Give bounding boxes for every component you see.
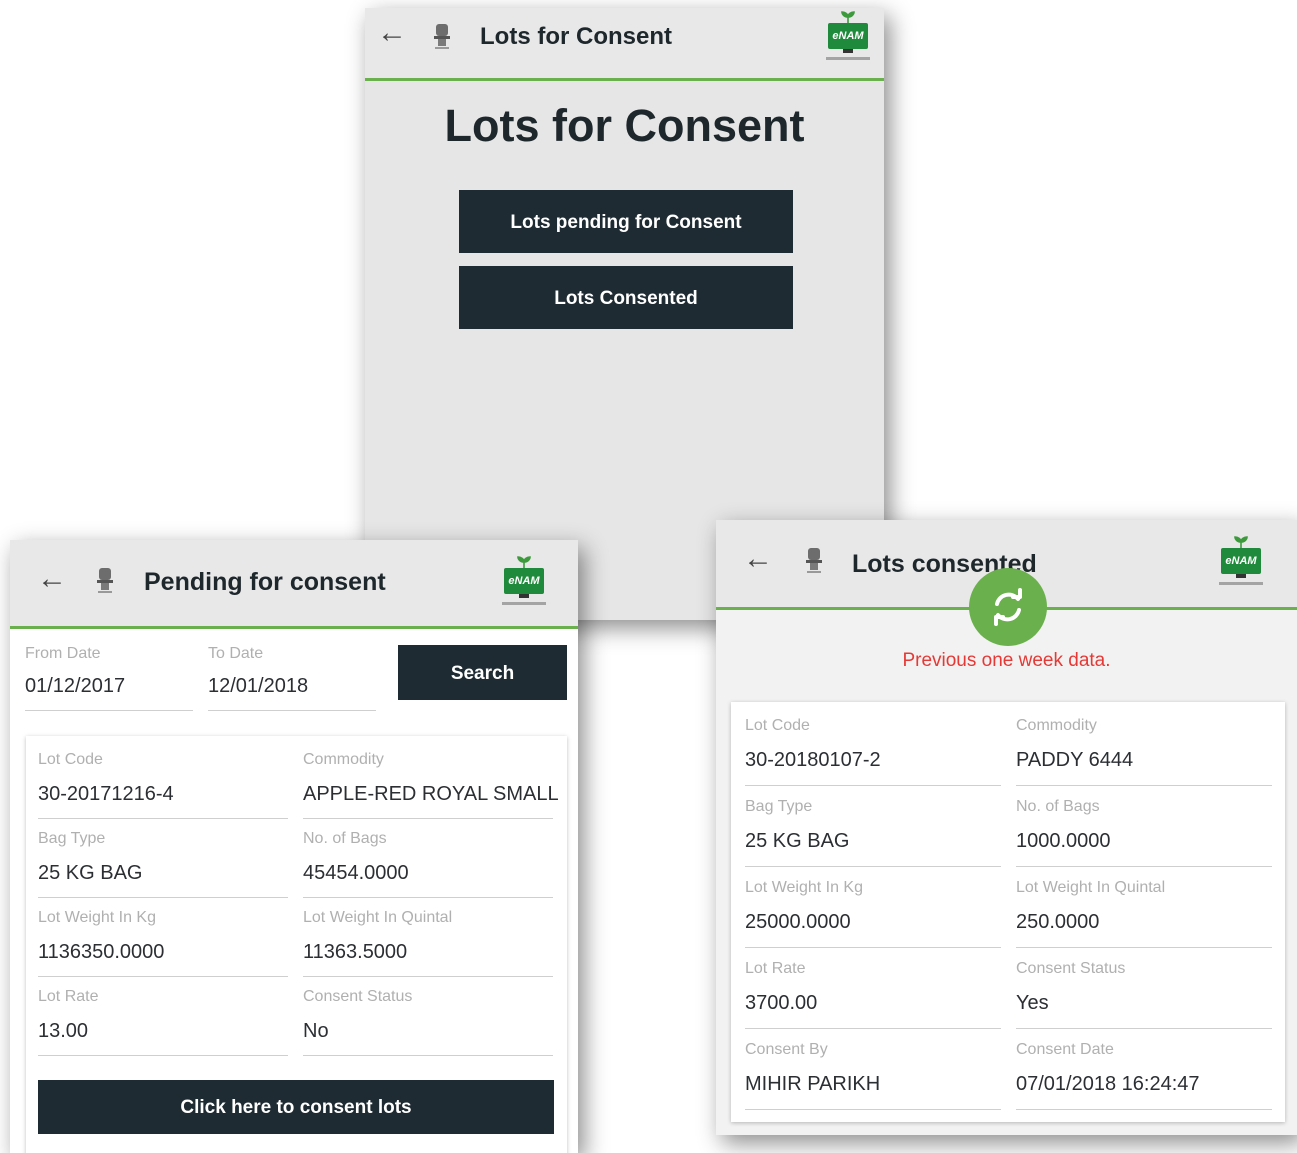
lot-weight-quintal-label: Lot Weight In Quintal xyxy=(1016,879,1166,896)
no-of-bags-value: 45454.0000 xyxy=(303,862,409,884)
bag-type-label: Bag Type xyxy=(38,830,106,847)
no-of-bags-value: 1000.0000 xyxy=(1016,830,1111,852)
state-emblem-icon xyxy=(806,548,822,573)
consent-status-label: Consent Status xyxy=(1016,960,1126,977)
logo-tagline xyxy=(1219,582,1263,585)
no-of-bags-label: No. of Bags xyxy=(303,830,387,847)
refresh-button[interactable] xyxy=(969,568,1047,646)
lot-code-label: Lot Code xyxy=(745,717,810,734)
commodity-label: Commodity xyxy=(1016,717,1097,734)
field-underline xyxy=(303,976,553,977)
state-emblem-icon xyxy=(97,568,113,593)
no-of-bags-label: No. of Bags xyxy=(1016,798,1100,815)
bag-type-label: Bag Type xyxy=(745,798,813,815)
logo-tagline xyxy=(826,57,870,60)
consent-status-value: Yes xyxy=(1016,992,1049,1014)
field-underline xyxy=(1016,947,1272,948)
lots-consented-button[interactable]: Lots Consented xyxy=(459,266,793,329)
to-date-input[interactable]: 12/01/2018 xyxy=(208,675,308,698)
lot-rate-label: Lot Rate xyxy=(38,988,99,1005)
notice-text: Previous one week data. xyxy=(902,650,1111,671)
sprout-icon xyxy=(1234,536,1248,548)
consent-lots-button[interactable]: Click here to consent lots xyxy=(38,1080,554,1134)
field-underline xyxy=(303,897,553,898)
from-date-label: From Date xyxy=(25,645,101,662)
field-underline xyxy=(1016,1109,1272,1110)
app-bar: ← Lots for Consent eNAM xyxy=(365,8,884,81)
logo-stand xyxy=(519,594,529,598)
field-underline xyxy=(38,1055,288,1056)
field-underline xyxy=(745,866,1001,867)
consent-date-value: 07/01/2018 16:24:47 xyxy=(1016,1073,1200,1095)
lot-card: Lot Code 30-20180107-2 Commodity PADDY 6… xyxy=(731,702,1285,1122)
field-underline xyxy=(1016,1028,1272,1029)
commodity-label: Commodity xyxy=(303,751,384,768)
field-underline xyxy=(745,785,1001,786)
lot-weight-kg-label: Lot Weight In Kg xyxy=(745,879,863,896)
field-underline xyxy=(303,1055,553,1056)
field-underline xyxy=(38,897,288,898)
app-bar-title: Pending for consent xyxy=(144,568,386,596)
refresh-icon xyxy=(994,588,1022,626)
logo-tagline xyxy=(502,602,546,605)
pending-for-consent-screen: ← Pending for consent eNAM From Date 01/… xyxy=(10,540,578,1153)
lot-card: Lot Code 30-20171216-4 Commodity APPLE-R… xyxy=(26,736,567,1153)
from-date-input[interactable]: 01/12/2017 xyxy=(25,675,125,698)
to-date-underline xyxy=(208,710,376,711)
logo-text: eNAM xyxy=(1221,548,1261,574)
lot-rate-label: Lot Rate xyxy=(745,960,806,977)
search-button[interactable]: Search xyxy=(398,645,567,700)
lots-pending-button[interactable]: Lots pending for Consent xyxy=(459,190,793,253)
consent-by-label: Consent By xyxy=(745,1041,828,1058)
field-underline xyxy=(1016,866,1272,867)
lot-weight-quintal-value: 11363.5000 xyxy=(303,941,408,963)
lot-weight-kg-value: 1136350.0000 xyxy=(38,941,165,963)
logo-stand xyxy=(1236,574,1246,578)
lot-code-value: 30-20171216-4 xyxy=(38,783,174,805)
back-arrow-icon[interactable]: ← xyxy=(377,18,407,48)
enam-logo: eNAM xyxy=(502,556,546,612)
lot-weight-kg-label: Lot Weight In Kg xyxy=(38,909,156,926)
page-title: Lots for Consent xyxy=(444,100,805,151)
lot-code-value: 30-20180107-2 xyxy=(745,749,881,771)
lot-code-label: Lot Code xyxy=(38,751,103,768)
bag-type-value: 25 KG BAG xyxy=(745,830,850,852)
field-underline xyxy=(303,818,553,819)
consent-by-value: MIHIR PARIKH xyxy=(745,1073,881,1095)
enam-logo: eNAM xyxy=(1219,536,1263,592)
consent-date-label: Consent Date xyxy=(1016,1041,1114,1058)
field-underline xyxy=(38,818,288,819)
enam-logo: eNAM xyxy=(826,11,870,67)
to-date-label: To Date xyxy=(208,645,264,662)
logo-stand xyxy=(843,49,853,53)
lot-rate-value: 13.00 xyxy=(38,1020,89,1042)
logo-text: eNAM xyxy=(504,568,544,594)
commodity-value: APPLE-RED ROYAL SMALL xyxy=(303,783,559,805)
lot-rate-value: 3700.00 xyxy=(745,992,818,1014)
app-bar: ← Pending for consent eNAM xyxy=(10,540,578,629)
sprout-icon xyxy=(517,556,531,568)
app-bar-title: Lots for Consent xyxy=(480,23,672,50)
bag-type-value: 25 KG BAG xyxy=(38,862,143,884)
consent-status-label: Consent Status xyxy=(303,988,413,1005)
sprout-icon xyxy=(841,11,855,23)
state-emblem-icon xyxy=(434,24,450,49)
commodity-value: PADDY 6444 xyxy=(1016,749,1134,771)
field-underline xyxy=(1016,785,1272,786)
back-arrow-icon[interactable]: ← xyxy=(37,564,67,594)
lots-consented-screen: ← Lots consented eNAM Previous one week … xyxy=(716,520,1297,1135)
field-underline xyxy=(38,976,288,977)
consent-status-value: No xyxy=(303,1020,329,1042)
back-arrow-icon[interactable]: ← xyxy=(743,544,773,574)
from-date-underline xyxy=(25,710,193,711)
logo-text: eNAM xyxy=(828,23,868,49)
lot-weight-kg-value: 25000.0000 xyxy=(745,911,851,933)
field-underline xyxy=(745,1109,1001,1110)
field-underline xyxy=(745,947,1001,948)
lot-weight-quintal-label: Lot Weight In Quintal xyxy=(303,909,453,926)
field-underline xyxy=(745,1028,1001,1029)
lot-weight-quintal-value: 250.0000 xyxy=(1016,911,1100,933)
